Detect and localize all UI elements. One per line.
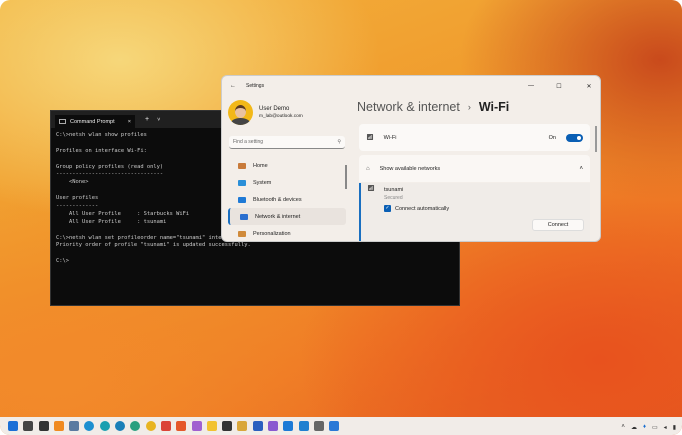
notepad-icon[interactable] — [237, 421, 248, 431]
user-email: m_lab@outlook.com — [259, 114, 303, 119]
system-tray[interactable]: ˄ ☁ ♦ ▭ ◂ ▮ — [621, 424, 676, 431]
chrome-icon[interactable] — [160, 421, 171, 431]
wifi-state: On — [548, 134, 556, 141]
store-icon[interactable] — [298, 421, 309, 431]
nav-icon — [240, 213, 248, 220]
nav-icon — [238, 162, 246, 169]
network-status: Secured — [384, 195, 403, 201]
user-profile[interactable]: User Demo m_lab@outlook.com — [228, 100, 303, 125]
close-tab-button[interactable]: × — [128, 119, 131, 125]
search-icon: ⚲ — [337, 139, 341, 145]
terminal-line: C:\> — [56, 258, 69, 265]
sidebar-item-bluetooth-devices[interactable]: Bluetooth & devices — [228, 191, 346, 208]
wifi-toggle[interactable] — [566, 133, 583, 142]
page-title: Wi-Fi — [478, 100, 510, 114]
breadcrumb-parent[interactable]: Network & internet — [357, 100, 460, 114]
settings-window[interactable]: ← Settings — ☐ ✕ User Demo m_lab@outlook.… — [221, 75, 601, 242]
sidebar-item-system[interactable]: System — [228, 174, 346, 191]
search-input[interactable]: Find a setting ⚲ — [229, 136, 345, 149]
close-button[interactable]: ✕ — [578, 83, 600, 90]
nav-label: Personalization — [253, 230, 291, 237]
sidebar-item-home[interactable]: Home — [228, 157, 346, 174]
edge-beta-icon[interactable] — [99, 421, 110, 431]
edge-icon[interactable] — [84, 421, 95, 431]
wifi-icon: 📶︎ — [366, 135, 374, 141]
search-placeholder: Find a setting — [233, 139, 264, 145]
canary-icon[interactable] — [145, 421, 156, 431]
tab-title: Command Prompt — [70, 118, 115, 125]
minimize-button[interactable]: — — [522, 83, 540, 89]
printer-icon[interactable] — [313, 421, 324, 431]
search-icon[interactable] — [23, 421, 34, 431]
terminal-icon — [59, 119, 66, 124]
file-explorer-icon[interactable] — [206, 421, 217, 431]
connect-button[interactable]: Connect — [532, 219, 584, 231]
sidebar-item-personalization[interactable]: Personalization — [228, 225, 346, 241]
show-networks-row[interactable]: ⌂ Show available networks ˄ — [359, 155, 590, 182]
copilot-icon[interactable] — [191, 421, 202, 431]
task-view-icon[interactable] — [38, 421, 49, 431]
terminal-line: Priority order of profile "tsunami" is u… — [56, 242, 251, 249]
nav-label: Home — [253, 162, 268, 169]
breadcrumb: Network & internet › Wi-Fi — [357, 100, 509, 114]
dropdown-button[interactable]: ˅ — [157, 117, 160, 123]
content-scrollbar[interactable] — [595, 126, 597, 152]
defender-icon[interactable] — [329, 421, 340, 431]
wifi-label: Wi-Fi — [383, 134, 397, 141]
taskbar — [0, 417, 682, 435]
battery-icon[interactable]: ▮ — [673, 424, 676, 431]
nav-icon — [238, 196, 246, 203]
terminal-icon[interactable] — [222, 421, 233, 431]
maximize-button[interactable]: ☐ — [550, 83, 568, 90]
new-tab-button[interactable]: + — [145, 116, 149, 123]
breadcrumb-separator: › — [467, 102, 471, 112]
snipping-icon[interactable] — [283, 421, 294, 431]
desktop: Command Prompt × + ˅ C:\>netsh wlan show… — [0, 0, 682, 435]
nav-label: Bluetooth & devices — [253, 196, 302, 203]
avatar — [228, 100, 253, 125]
widgets-icon[interactable] — [53, 421, 64, 431]
window-title: Settings — [246, 83, 265, 89]
show-networks-label: Show available networks — [379, 165, 441, 172]
nav-label: Network & internet — [255, 213, 301, 220]
nav-icon — [238, 179, 246, 186]
start-icon[interactable] — [8, 421, 18, 431]
wifi-toggle-row[interactable]: 📶︎ Wi-Fi On — [359, 124, 590, 151]
secured-wifi-icon: 📶︎ — [367, 186, 375, 192]
volume-icon[interactable]: ◂ — [664, 424, 667, 431]
nav-label: System — [253, 179, 272, 186]
sidebar-nav: Home System Bluetooth & devices Network & i… — [228, 157, 346, 241]
shield-icon[interactable]: ♦ — [643, 424, 646, 431]
word-icon[interactable] — [252, 421, 263, 431]
edge-dev-icon[interactable] — [115, 421, 126, 431]
edge-canary-icon[interactable] — [130, 421, 141, 431]
sidebar-scrollbar[interactable] — [345, 165, 347, 189]
network-item[interactable]: 📶︎ tsunami Secured ✓ Connect automatical… — [359, 183, 590, 241]
back-button[interactable]: ← — [230, 83, 236, 89]
onedrive-icon[interactable]: ☁ — [631, 424, 637, 431]
settings-icon[interactable] — [69, 421, 80, 431]
connect-auto-checkbox[interactable]: ✓ Connect automatically — [384, 205, 581, 212]
checkbox-checked-icon: ✓ — [384, 205, 391, 212]
app-icon[interactable] — [268, 421, 279, 431]
chevron-up-icon[interactable]: ˄ — [579, 166, 583, 172]
sidebar-item-network-internet[interactable]: Network & internet — [228, 208, 346, 225]
connect-auto-label: Connect automatically — [395, 205, 450, 212]
nav-icon — [238, 230, 246, 237]
user-name: User Demo — [259, 106, 290, 112]
tab-command-prompt[interactable]: Command Prompt × — [55, 115, 135, 128]
network-name: tsunami — [384, 187, 404, 193]
firefox-icon[interactable] — [176, 421, 187, 431]
chevron-up-icon[interactable]: ˄ — [621, 424, 625, 431]
network-icon[interactable]: ▭ — [652, 424, 658, 431]
antenna-icon: ⌂ — [366, 165, 370, 172]
